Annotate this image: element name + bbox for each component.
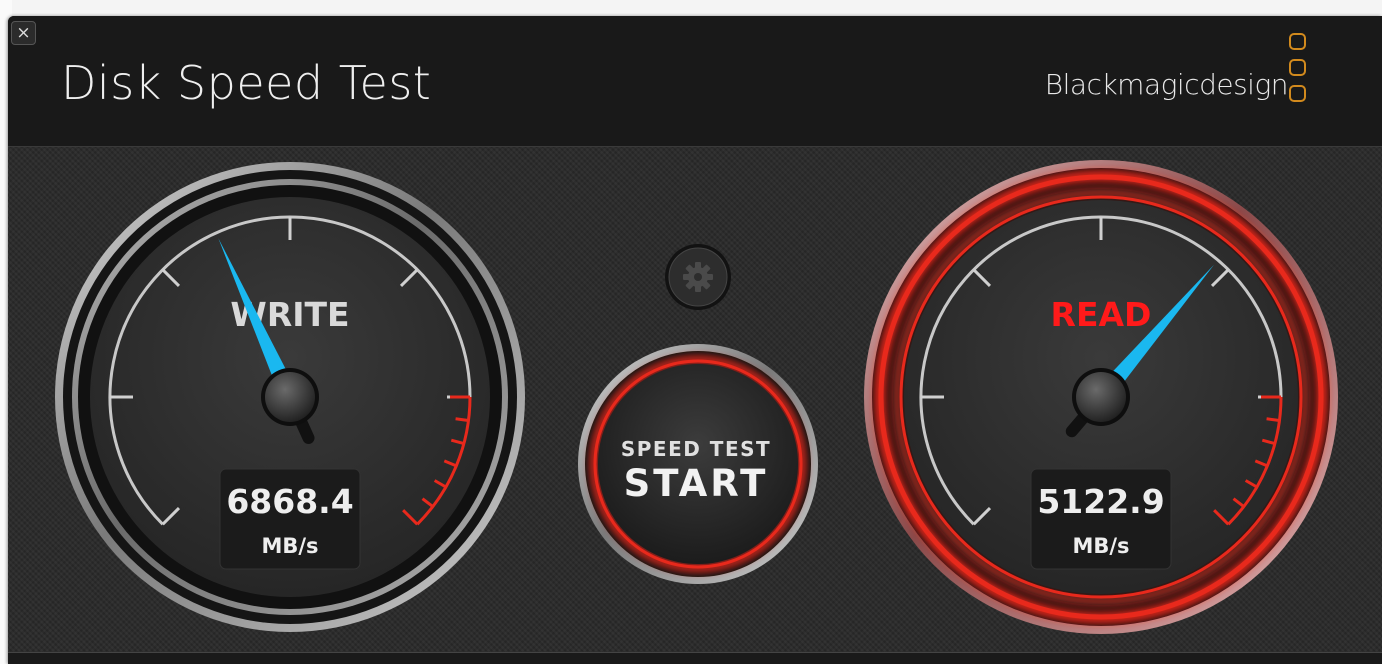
read-value: 5122.9	[1037, 482, 1164, 521]
gear-icon	[683, 262, 713, 292]
read-unit: MB/s	[1072, 534, 1129, 558]
speed-test-start-button[interactable]: SPEED TEST START	[578, 344, 818, 584]
start-button-line1: SPEED TEST	[621, 437, 771, 461]
gauges-layer: WRITE 6868.4 MB/s READ 5122.9 MB/s SPEED…	[55, 160, 1338, 634]
settings-button[interactable]	[665, 244, 731, 310]
start-button-line2: START	[624, 462, 769, 505]
write-needle-hub	[265, 372, 315, 422]
scale-redline-tick	[1266, 417, 1280, 422]
write-gauge: WRITE 6868.4 MB/s	[55, 162, 525, 632]
read-label: READ	[1051, 295, 1152, 334]
read-gauge: READ 5122.9 MB/s	[864, 160, 1338, 634]
scale-redline-tick	[455, 417, 469, 422]
write-unit: MB/s	[261, 534, 318, 558]
write-value: 6868.4	[226, 482, 353, 521]
read-needle-hub	[1076, 372, 1126, 422]
